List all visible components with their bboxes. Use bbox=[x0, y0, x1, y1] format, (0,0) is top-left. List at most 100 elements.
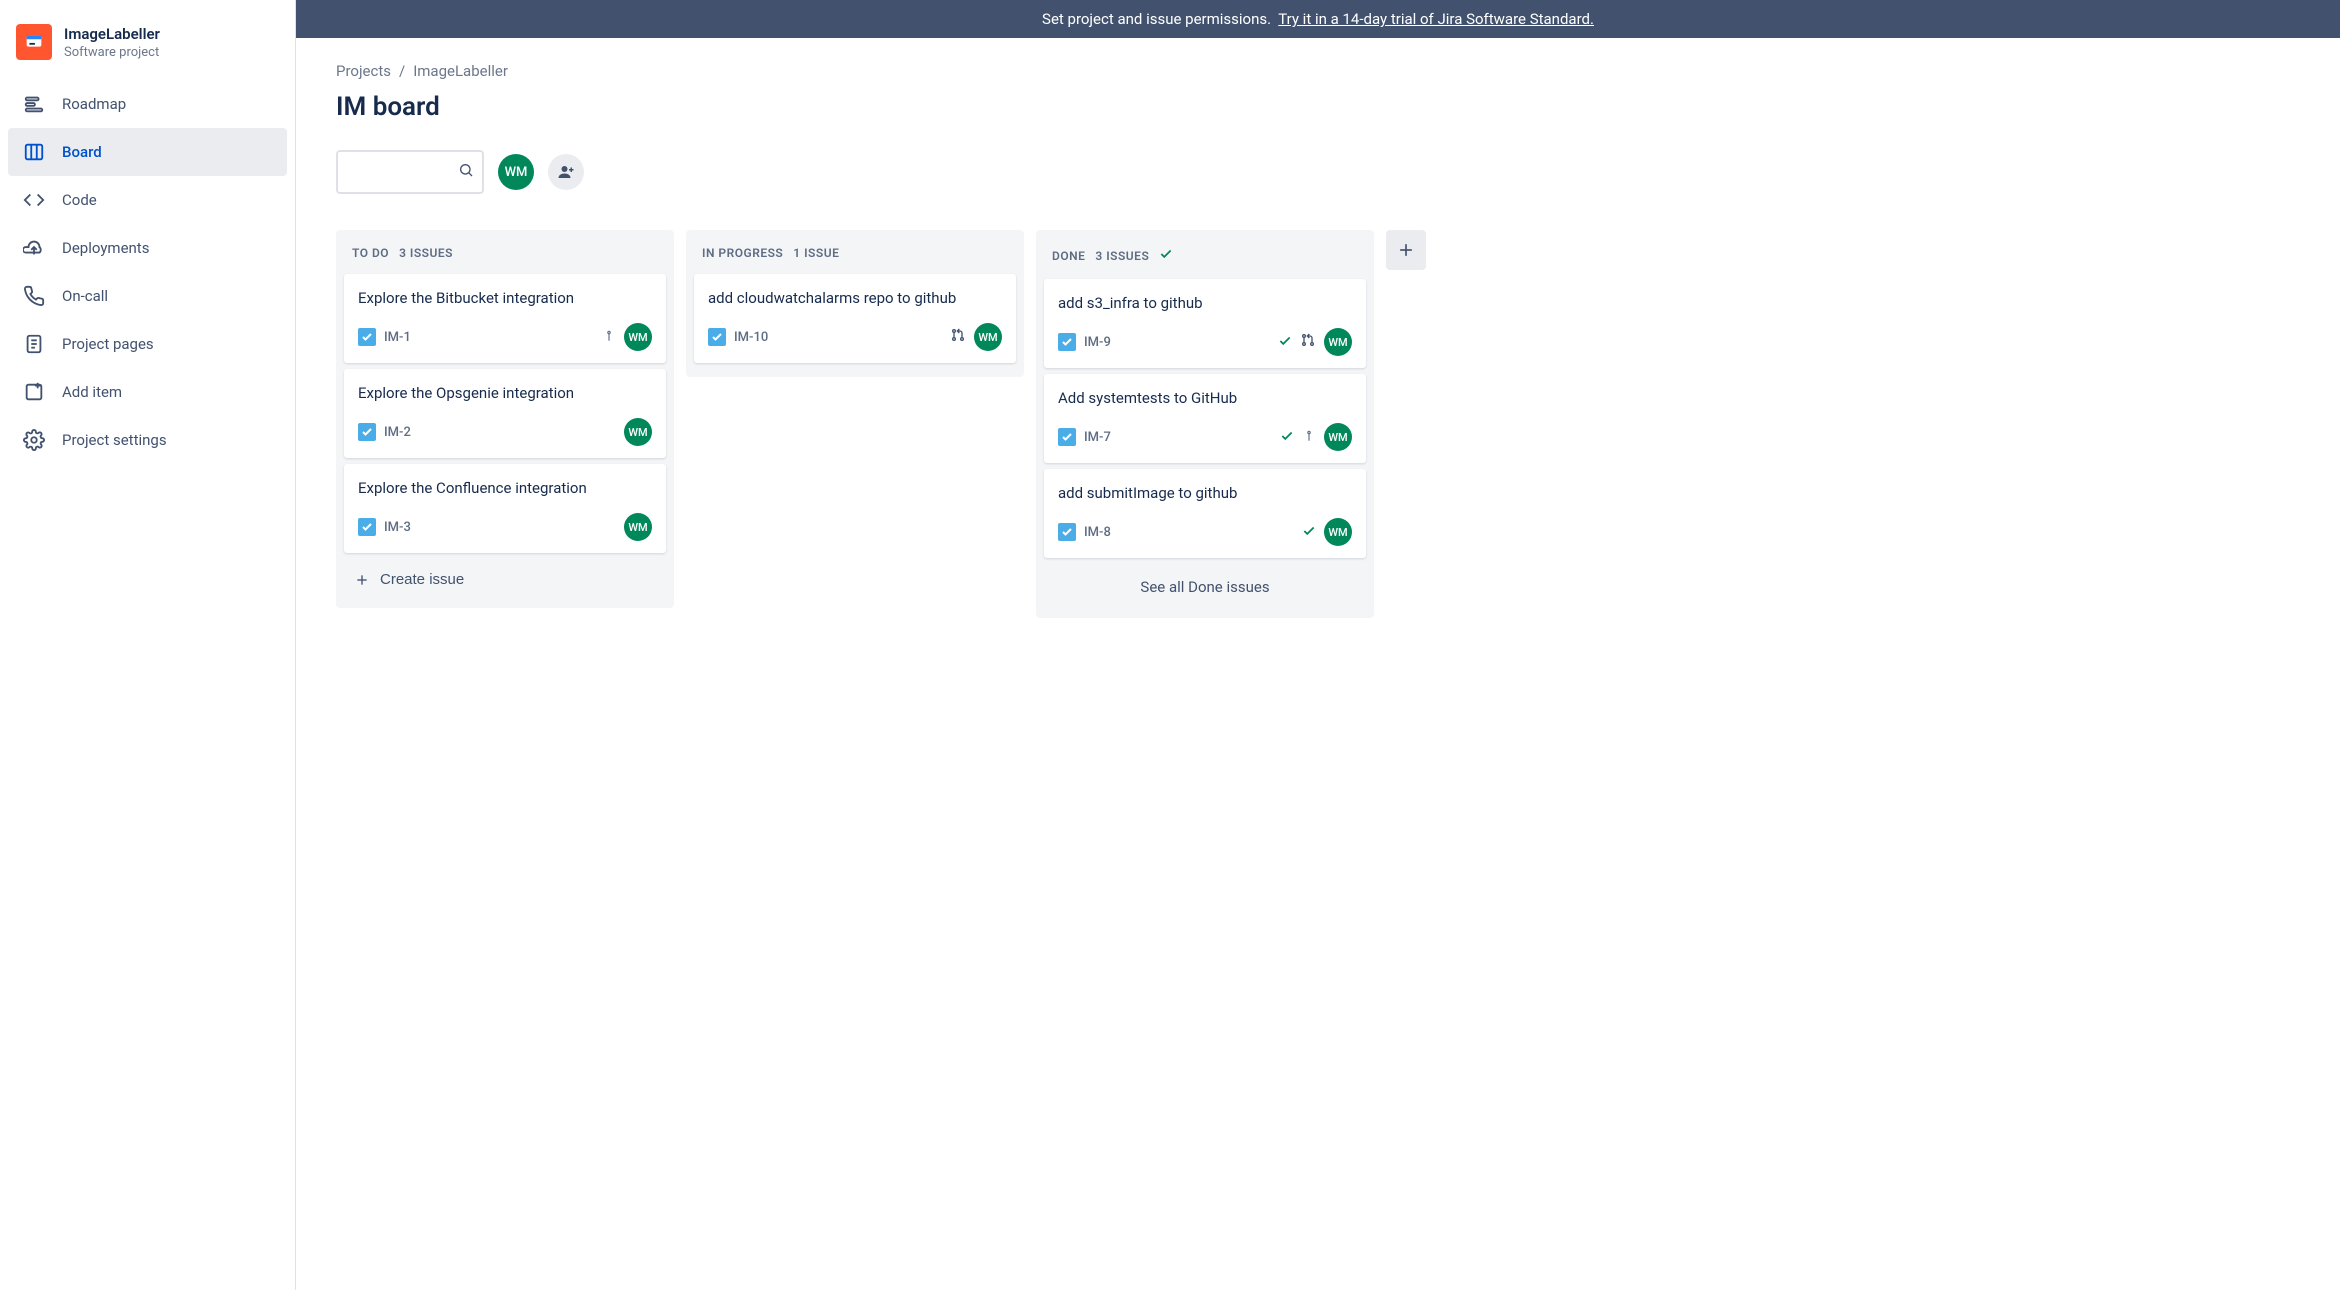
breadcrumb-current[interactable]: ImageLabeller bbox=[413, 62, 508, 80]
column-header[interactable]: IN PROGRESS 1 ISSUE bbox=[688, 230, 1022, 274]
search-icon bbox=[458, 162, 474, 182]
issue-key: IM-1 bbox=[384, 330, 411, 345]
column-name: DONE bbox=[1052, 249, 1085, 263]
issue-key: IM-2 bbox=[384, 425, 411, 440]
search-box bbox=[336, 150, 484, 194]
settings-icon bbox=[22, 428, 46, 452]
sidebar-item-deployments[interactable]: Deployments bbox=[8, 224, 287, 272]
sidebar-item-project-settings[interactable]: Project settings bbox=[8, 416, 287, 464]
task-type-icon bbox=[1058, 523, 1076, 541]
project-icon bbox=[16, 24, 52, 60]
sidebar-item-add-item[interactable]: Add item bbox=[8, 368, 287, 416]
add-user-button[interactable] bbox=[548, 154, 584, 190]
issue-key: IM-8 bbox=[1084, 525, 1111, 540]
column-count: 3 ISSUES bbox=[1095, 249, 1149, 263]
card-title: add cloudwatchalarms repo to github bbox=[708, 288, 1002, 309]
issue-card[interactable]: add submitImage to github IM-8 WM bbox=[1044, 469, 1366, 558]
oncall-icon bbox=[22, 284, 46, 308]
task-type-icon bbox=[1058, 428, 1076, 446]
sidebar-item-label: Roadmap bbox=[62, 95, 126, 113]
see-all-done-link[interactable]: See all Done issues bbox=[1038, 564, 1372, 610]
pages-icon bbox=[22, 332, 46, 356]
issue-card[interactable]: add cloudwatchalarms repo to github IM-1… bbox=[694, 274, 1016, 363]
roadmap-icon bbox=[22, 92, 46, 116]
assignee-avatar[interactable]: WM bbox=[624, 418, 652, 446]
user-avatar[interactable]: WM bbox=[498, 154, 534, 190]
card-title: add submitImage to github bbox=[1058, 483, 1352, 504]
column-name: IN PROGRESS bbox=[702, 246, 783, 260]
sidebar-item-project-pages[interactable]: Project pages bbox=[8, 320, 287, 368]
sidebar-item-label: On-call bbox=[62, 287, 108, 305]
done-column-check-icon bbox=[1159, 246, 1173, 265]
assignee-avatar[interactable]: WM bbox=[974, 323, 1002, 351]
priority-icon bbox=[602, 328, 616, 347]
assignee-avatar[interactable]: WM bbox=[624, 323, 652, 351]
priority-icon bbox=[1302, 428, 1316, 447]
column-header[interactable]: TO DO 3 ISSUES bbox=[338, 230, 672, 274]
task-type-icon bbox=[358, 518, 376, 536]
issue-key: IM-3 bbox=[384, 520, 411, 535]
trial-banner: Set project and issue permissions. Try i… bbox=[296, 0, 2340, 38]
card-title: Explore the Opsgenie integration bbox=[358, 383, 652, 404]
issue-key: IM-9 bbox=[1084, 335, 1111, 350]
issue-key: IM-10 bbox=[734, 330, 768, 345]
issue-card[interactable]: Explore the Opsgenie integration IM-2 WM bbox=[344, 369, 666, 458]
column-count: 3 ISSUES bbox=[399, 246, 453, 260]
kanban-board: TO DO 3 ISSUES Explore the Bitbucket int… bbox=[336, 230, 2300, 618]
sidebar-item-roadmap[interactable]: Roadmap bbox=[8, 80, 287, 128]
sidebar-item-label: Add item bbox=[62, 383, 122, 401]
banner-text: Set project and issue permissions. bbox=[1042, 10, 1271, 28]
breadcrumb-root[interactable]: Projects bbox=[336, 62, 391, 80]
done-check-icon bbox=[1278, 333, 1292, 352]
filter-bar: WM bbox=[336, 150, 2300, 194]
sidebar-item-label: Board bbox=[62, 143, 102, 161]
issue-key: IM-7 bbox=[1084, 430, 1111, 445]
column-name: TO DO bbox=[352, 246, 389, 260]
page-title: IM board bbox=[336, 92, 2300, 122]
pull-request-icon bbox=[950, 327, 966, 347]
create-issue-label: Create issue bbox=[380, 571, 464, 588]
task-type-icon bbox=[358, 423, 376, 441]
code-icon bbox=[22, 188, 46, 212]
pull-request-icon bbox=[1300, 332, 1316, 352]
done-check-icon bbox=[1280, 428, 1294, 447]
main-content: Set project and issue permissions. Try i… bbox=[296, 0, 2340, 1290]
issue-card[interactable]: add s3_infra to github IM-9 WM bbox=[1044, 279, 1366, 368]
assignee-avatar[interactable]: WM bbox=[624, 513, 652, 541]
breadcrumb: Projects / ImageLabeller bbox=[336, 62, 2300, 80]
sidebar-item-label: Code bbox=[62, 191, 97, 209]
board-icon bbox=[22, 140, 46, 164]
create-issue-button[interactable]: Create issue bbox=[338, 559, 672, 600]
sidebar-item-label: Project settings bbox=[62, 431, 167, 449]
card-title: Explore the Bitbucket integration bbox=[358, 288, 652, 309]
issue-card[interactable]: Explore the Confluence integration IM-3 … bbox=[344, 464, 666, 553]
deployments-icon bbox=[22, 236, 46, 260]
done-check-icon bbox=[1302, 523, 1316, 542]
task-type-icon bbox=[358, 328, 376, 346]
assignee-avatar[interactable]: WM bbox=[1324, 423, 1352, 451]
task-type-icon bbox=[1058, 333, 1076, 351]
project-type: Software project bbox=[64, 45, 160, 60]
task-type-icon bbox=[708, 328, 726, 346]
card-title: Add systemtests to GitHub bbox=[1058, 388, 1352, 409]
column-done: DONE 3 ISSUES add s3_infra to github IM-… bbox=[1036, 230, 1374, 618]
sidebar-item-board[interactable]: Board bbox=[8, 128, 287, 176]
sidebar-item-label: Deployments bbox=[62, 239, 149, 257]
column-count: 1 ISSUE bbox=[793, 246, 839, 260]
issue-card[interactable]: Add systemtests to GitHub IM-7 WM bbox=[1044, 374, 1366, 463]
issue-card[interactable]: Explore the Bitbucket integration IM-1 W… bbox=[344, 274, 666, 363]
column-in-progress: IN PROGRESS 1 ISSUE add cloudwatchalarms… bbox=[686, 230, 1024, 377]
sidebar-item-code[interactable]: Code bbox=[8, 176, 287, 224]
banner-link[interactable]: Try it in a 14-day trial of Jira Softwar… bbox=[1278, 10, 1594, 28]
breadcrumb-separator: / bbox=[399, 62, 405, 80]
card-title: add s3_infra to github bbox=[1058, 293, 1352, 314]
card-title: Explore the Confluence integration bbox=[358, 478, 652, 499]
project-header[interactable]: ImageLabeller Software project bbox=[8, 16, 287, 80]
sidebar: ImageLabeller Software project Roadmap Bo… bbox=[0, 0, 296, 1290]
add-column-button[interactable] bbox=[1386, 230, 1426, 270]
column-header[interactable]: DONE 3 ISSUES bbox=[1038, 230, 1372, 279]
sidebar-item-label: Project pages bbox=[62, 335, 154, 353]
assignee-avatar[interactable]: WM bbox=[1324, 518, 1352, 546]
sidebar-item-on-call[interactable]: On-call bbox=[8, 272, 287, 320]
assignee-avatar[interactable]: WM bbox=[1324, 328, 1352, 356]
